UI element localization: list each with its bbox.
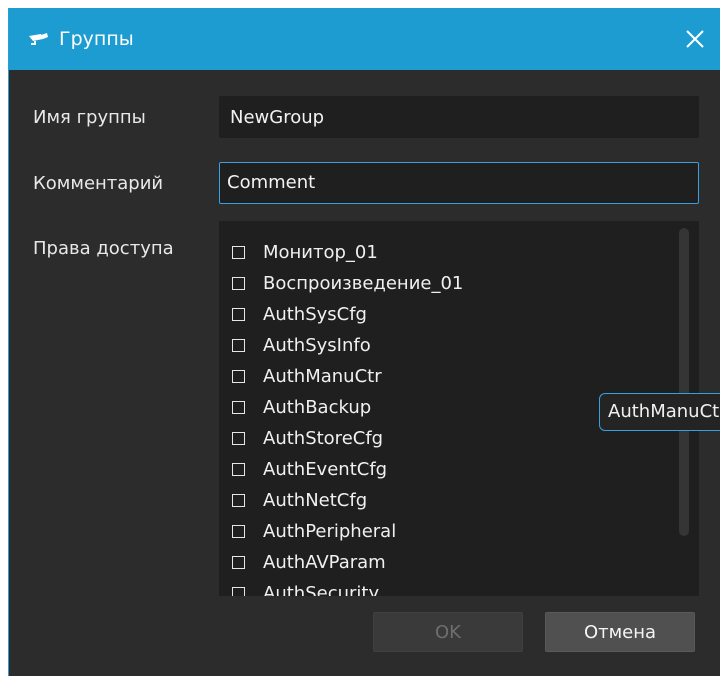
permission-item[interactable]: AuthManuCtr (232, 365, 382, 387)
checkbox[interactable] (232, 462, 245, 476)
permission-label: AuthAVParam (263, 551, 386, 573)
checkbox[interactable] (232, 245, 245, 259)
permission-label: AuthSysCfg (263, 303, 367, 325)
permission-item[interactable]: AuthSysInfo (232, 334, 371, 356)
checkbox[interactable] (232, 586, 245, 596)
permission-label: AuthBackup (263, 396, 372, 418)
permission-item[interactable]: AuthSecurity (232, 582, 379, 596)
permission-item[interactable]: AuthNetCfg (232, 489, 367, 511)
permission-label: Воспроизведение_01 (263, 272, 464, 294)
close-icon[interactable] (682, 26, 708, 52)
permission-label: AuthStoreCfg (263, 427, 384, 449)
permission-item[interactable]: AuthEventCfg (232, 458, 387, 480)
permission-label: AuthManuCtr (263, 365, 382, 387)
title-bar[interactable]: Группы (9, 8, 720, 70)
permission-item[interactable]: AuthBackup (232, 396, 371, 418)
permission-label: AuthNetCfg (263, 489, 368, 511)
permission-item[interactable]: AuthPeripheral (232, 520, 396, 542)
group-name-label: Имя группы (33, 107, 146, 128)
checkbox[interactable] (232, 369, 245, 383)
permission-item[interactable]: AuthAVParam (232, 551, 386, 573)
checkbox[interactable] (232, 276, 245, 290)
permission-item[interactable]: Монитор_01 (232, 241, 378, 263)
permission-label: AuthSysInfo (263, 334, 371, 356)
tooltip: AuthManuCtr (599, 393, 720, 431)
permissions-label: Права доступа (33, 238, 174, 259)
permission-label: AuthEventCfg (263, 458, 388, 480)
groups-dialog: Группы Имя группы NewGroup Комментарий C… (8, 8, 720, 676)
permission-item[interactable]: Воспроизведение_01 (232, 272, 463, 294)
ok-button[interactable]: OK (373, 612, 523, 652)
checkbox[interactable] (232, 338, 245, 352)
permission-label: Монитор_01 (263, 241, 378, 263)
checkbox[interactable] (232, 431, 245, 445)
permission-label: AuthSecurity (263, 582, 380, 597)
checkbox[interactable] (232, 555, 245, 569)
camera-icon (29, 33, 48, 45)
permissions-scrollbar[interactable] (679, 228, 689, 536)
comment-label: Комментарий (33, 173, 164, 194)
permission-item[interactable]: AuthSysCfg (232, 303, 367, 325)
cancel-button[interactable]: Отмена (545, 612, 695, 652)
checkbox[interactable] (232, 524, 245, 538)
permission-item[interactable]: AuthStoreCfg (232, 427, 383, 449)
checkbox[interactable] (232, 307, 245, 321)
comment-input[interactable]: Comment (219, 162, 699, 204)
group-name-input[interactable]: NewGroup (219, 96, 699, 138)
checkbox[interactable] (232, 400, 245, 414)
dialog-title: Группы (59, 28, 134, 50)
permission-label: AuthPeripheral (263, 520, 397, 542)
checkbox[interactable] (232, 493, 245, 507)
